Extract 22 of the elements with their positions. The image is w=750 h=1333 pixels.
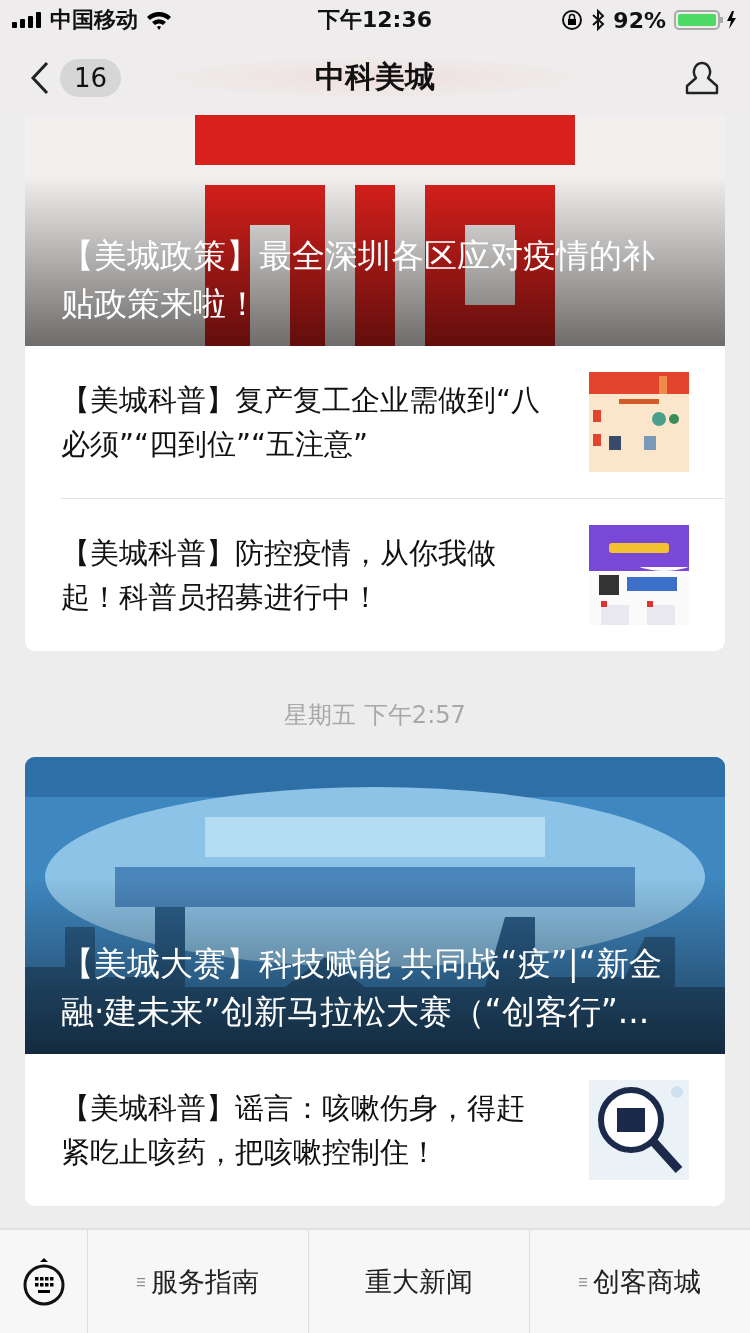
menu-item[interactable]: 服务指南 — [87, 1230, 308, 1333]
timestamp: 星期五 下午2:57 — [284, 700, 466, 731]
signal-icon — [12, 12, 42, 28]
cover-title: 【美城大赛】科技赋能 共同战“疫”|“新金融·建未来”创新马拉松大赛（“创客行”... — [61, 943, 663, 1033]
submenu-icon — [137, 1276, 145, 1287]
battery-charging-icon — [674, 9, 738, 31]
wifi-icon — [146, 10, 172, 30]
article-title[interactable]: 【美城科普】复产复工企业需做到“八必须”“四到位”“五注意” — [61, 378, 589, 466]
unread-count-badge: 16 — [60, 58, 122, 97]
rotation-lock-icon — [561, 9, 584, 31]
battery-percent: 92% — [613, 7, 666, 33]
bluetooth-icon — [591, 9, 606, 31]
page-title: 中科美城 — [314, 58, 436, 96]
menu-item[interactable]: 重大新闻 — [308, 1230, 529, 1333]
menu-item[interactable]: 创客商城 — [529, 1230, 750, 1333]
submenu-icon — [579, 1276, 587, 1287]
back-icon[interactable] — [30, 60, 50, 95]
clock-time: 下午12:36 — [318, 6, 432, 34]
article-title[interactable]: 【美城科普】谣言：咳嗽伤身，得赶紧吃止咳药，把咳嗽控制住！ — [61, 1086, 589, 1174]
carrier-name: 中国移动 — [50, 6, 138, 34]
article-title[interactable]: 【美城科普】防控疫情，从你我做起！科普员招募进行中！ — [61, 531, 589, 619]
profile-icon[interactable] — [684, 59, 720, 96]
